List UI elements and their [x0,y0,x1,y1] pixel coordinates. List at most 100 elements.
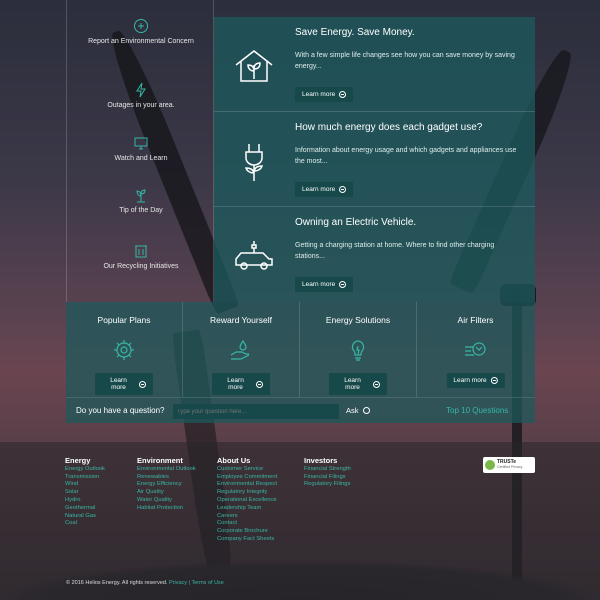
footer-link[interactable]: Leadership Team [217,505,277,513]
bulb-icon [346,338,370,362]
arrow-circle-icon [362,407,370,414]
gear-plan-icon [112,338,136,362]
learn-more-button[interactable]: Learn more [212,373,270,395]
sidebar-item-label: Watch and Learn [114,155,168,162]
air-filter-icon [464,338,488,362]
promo-text: With a few simple life changes see how y… [295,52,515,70]
tile-title: Popular Plans [97,315,151,325]
learn-more-button[interactable]: Learn more [295,182,354,197]
truste-logo-icon [485,460,495,470]
sidebar-item-label: Our Recycling Initiatives [103,263,179,270]
footer-column-investors: Investors Financial Strength Financial F… [304,457,351,489]
footer-link[interactable]: Hydro [65,497,105,505]
footer-link[interactable]: Environmental Respect [217,481,277,489]
footer-link[interactable]: Energy Outlook [65,466,105,474]
arrow-circle-icon [139,380,146,388]
promo-text: Information about energy usage and which… [295,147,517,165]
promo-title: Save Energy. Save Money. [295,27,415,38]
footer-heading: Investors [304,456,338,465]
sidebar-item-outages[interactable]: Outages in your area. [67,82,215,110]
lightning-icon [133,82,149,98]
promo-save-energy: Save Energy. Save Money. With a few simp… [214,17,535,112]
learn-more-button[interactable]: Learn more [295,87,354,102]
monitor-icon [133,135,149,151]
promo-electric-vehicle: Owning an Electric Vehicle. Getting a ch… [214,207,535,302]
footer-link[interactable]: Regulatory Filings [304,481,351,489]
footer-link[interactable]: Transmission [65,474,105,482]
footer-heading: Environment [137,456,183,465]
footer-link[interactable]: Employee Commitment [217,474,277,482]
footer-heading: About Us [217,456,251,465]
tile-reward-yourself: Reward Yourself Learn more [183,302,300,397]
truste-badge[interactable]: TRUSTe Certified Privacy [483,457,535,473]
footer-column-environment: Environment Environmental Outlook Renewa… [137,457,196,513]
footer-link[interactable]: Careers [217,513,277,521]
footer-link[interactable]: Solar [65,489,105,497]
footer-link[interactable]: Financial Filings [304,474,351,482]
footer-link[interactable]: Renewables [137,474,196,482]
footer-link[interactable]: Water Quality [137,497,196,505]
footer-link[interactable]: Habitat Protection [137,505,196,513]
sidebar-item-watch[interactable]: Watch and Learn [67,135,215,163]
learn-more-button[interactable]: Learn more [295,277,354,292]
tile-popular-plans: Popular Plans Learn more [66,302,183,397]
arrow-circle-icon [339,91,347,98]
question-input[interactable] [173,404,339,419]
house-leaf-icon [232,45,276,89]
terms-link[interactable]: Terms of Use [191,580,223,586]
hand-drop-icon [229,338,253,362]
tile-title: Air Filters [457,315,494,325]
footer-column-about-us: About Us Customer Service Employee Commi… [217,457,277,544]
truste-subtitle: Certified Privacy [497,465,523,469]
sidebar-item-recycling[interactable]: Our Recycling Initiatives [67,243,215,271]
sidebar-item-report[interactable]: Report an Environmental Concern [67,18,215,46]
promo-text: Getting a charging station at home. Wher… [295,242,495,260]
electric-car-icon [232,235,276,279]
tile-title: Reward Yourself [210,315,272,325]
plug-plant-icon [232,140,276,184]
separator: | [188,580,191,586]
footer-link[interactable]: Financial Strength [304,466,351,474]
tile-title: Energy Solutions [325,315,391,325]
footer-link[interactable]: Air Quality [137,489,196,497]
copyright: © 2016 Helios Energy. All rights reserve… [66,580,224,586]
footer-link[interactable]: Coal [65,520,105,528]
arrow-circle-icon [339,186,347,193]
footer-link[interactable]: Company Fact Sheets [217,536,277,544]
feature-tiles: Popular Plans Learn more Reward Yourself… [66,302,535,397]
footer-link[interactable]: Contact [217,520,277,528]
footer-link[interactable]: Environmental Outlook [137,466,196,474]
footer-heading: Energy [65,456,91,465]
arrow-circle-icon [490,377,498,384]
copyright-text: © 2016 Helios Energy. All rights reserve… [66,580,168,586]
footer-link[interactable]: Operational Excellence [217,497,277,505]
footer-link[interactable]: Wind [65,481,105,489]
footer-link[interactable]: Energy Efficiency [137,481,196,489]
promo-panel: Save Energy. Save Money. With a few simp… [214,17,535,302]
learn-more-button[interactable]: Learn more [446,373,505,388]
report-icon [133,18,149,34]
sidebar-item-label: Outages in your area. [107,102,175,109]
sidebar-item-tip[interactable]: Tip of the Day [67,187,215,215]
question-bar: Do you have a question? Ask Top 10 Quest… [66,397,535,423]
recycle-bin-icon [133,243,149,259]
arrow-circle-icon [256,380,263,388]
learn-more-button[interactable]: Learn more [95,373,153,395]
promo-title: Owning an Electric Vehicle. [295,217,417,228]
question-label: Do you have a question? [76,406,165,415]
footer-link[interactable]: Customer Service [217,466,277,474]
privacy-link[interactable]: Privacy [169,580,187,586]
learn-more-button[interactable]: Learn more [329,373,387,395]
footer-link[interactable]: Natural Gas [65,513,105,521]
footer-link[interactable]: Corporate Brochure [217,528,277,536]
ask-button[interactable]: Ask [346,406,370,415]
footer-link[interactable]: Regulatory Integrity [217,489,277,497]
tile-air-filters: Air Filters Learn more [417,302,534,397]
sidebar-item-label: Tip of the Day [119,207,163,214]
plant-icon [133,187,149,203]
footer-link[interactable]: Geothermal [65,505,105,513]
sidebar-item-label: Report an Environmental Concern [88,38,194,45]
top-10-questions-link[interactable]: Top 10 Questions [446,406,508,415]
footer-column-energy: Energy Energy Outlook Transmission Wind … [65,457,105,528]
sidebar: Report an Environmental Concern Outages … [66,0,214,302]
